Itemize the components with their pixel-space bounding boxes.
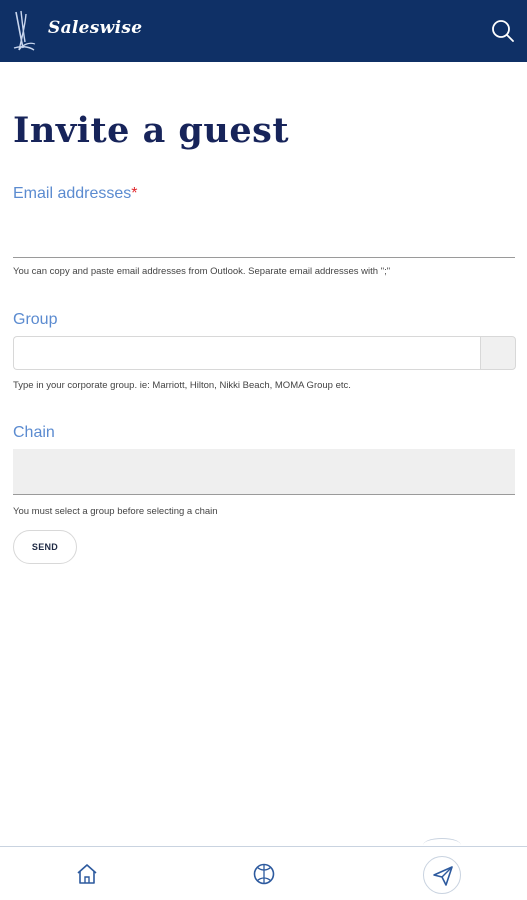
group-hint: Type in your corporate group. ie: Marrio… (13, 380, 351, 391)
email-label-text: Email addresses (13, 185, 132, 202)
app-name: Saleswise (48, 18, 143, 38)
send-icon (433, 866, 453, 886)
email-addresses-field[interactable] (13, 214, 515, 258)
required-mark: * (131, 185, 138, 202)
saleswise-logo-icon[interactable] (10, 8, 38, 54)
email-label: Email addresses* (13, 185, 138, 203)
page-title: Invite a guest (13, 110, 289, 151)
top-app-bar: Saleswise (0, 0, 527, 62)
home-icon[interactable] (74, 861, 100, 887)
send-fab[interactable] (423, 856, 461, 894)
chain-label: Chain (13, 424, 55, 441)
group-input[interactable] (13, 336, 481, 370)
group-addon-button[interactable] (480, 336, 516, 370)
email-hint: You can copy and paste email addresses f… (13, 266, 391, 277)
chain-hint: You must select a group before selecting… (13, 506, 218, 517)
send-button[interactable]: SEND (13, 530, 77, 564)
search-icon[interactable] (488, 16, 518, 46)
chain-select[interactable] (13, 449, 515, 495)
group-label: Group (13, 311, 58, 328)
basketball-icon[interactable] (251, 861, 277, 887)
